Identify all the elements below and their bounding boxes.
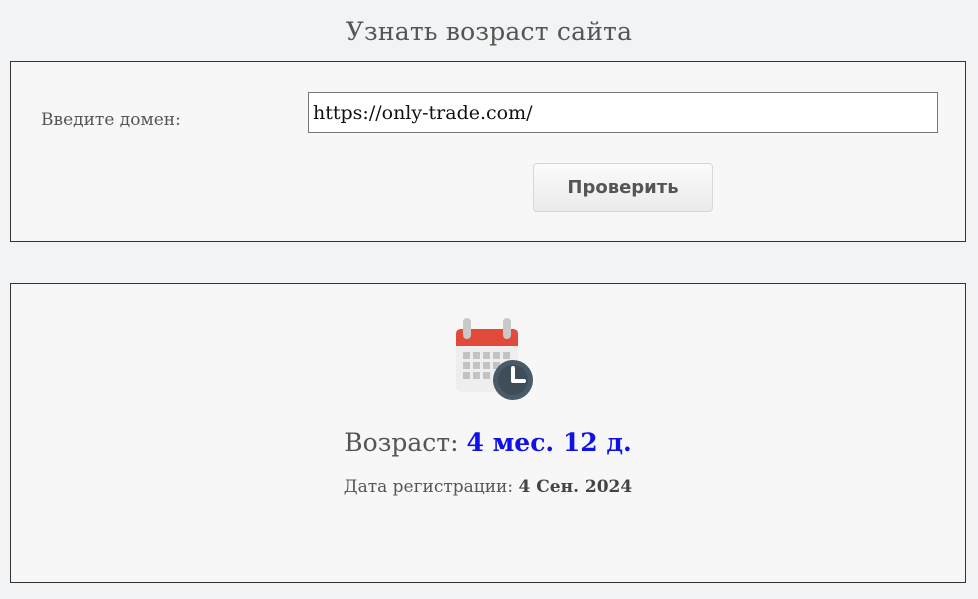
calendar-ring-right xyxy=(503,318,511,339)
age-value: 4 мес. 12 д. xyxy=(466,428,632,457)
registration-date: 4 Сен. 2024 xyxy=(518,477,633,497)
registration-label: Дата регистрации: xyxy=(343,477,514,497)
calendar-ring-left xyxy=(463,318,471,339)
calendar-clock-icon xyxy=(456,318,533,400)
page-title: Узнать возраст сайта xyxy=(345,17,633,46)
domain-label: Введите домен: xyxy=(41,110,181,130)
result-panel: Возраст: 4 мес. 12 д. Дата регистрации: … xyxy=(10,283,966,583)
domain-form-panel: Введите домен: Проверить xyxy=(10,61,966,242)
age-line: Возраст: 4 мес. 12 д. xyxy=(11,428,965,457)
check-button[interactable]: Проверить xyxy=(533,163,713,212)
age-label: Возраст: xyxy=(344,428,459,457)
domain-input[interactable] xyxy=(308,92,938,133)
registration-line: Дата регистрации: 4 Сен. 2024 xyxy=(11,477,965,497)
